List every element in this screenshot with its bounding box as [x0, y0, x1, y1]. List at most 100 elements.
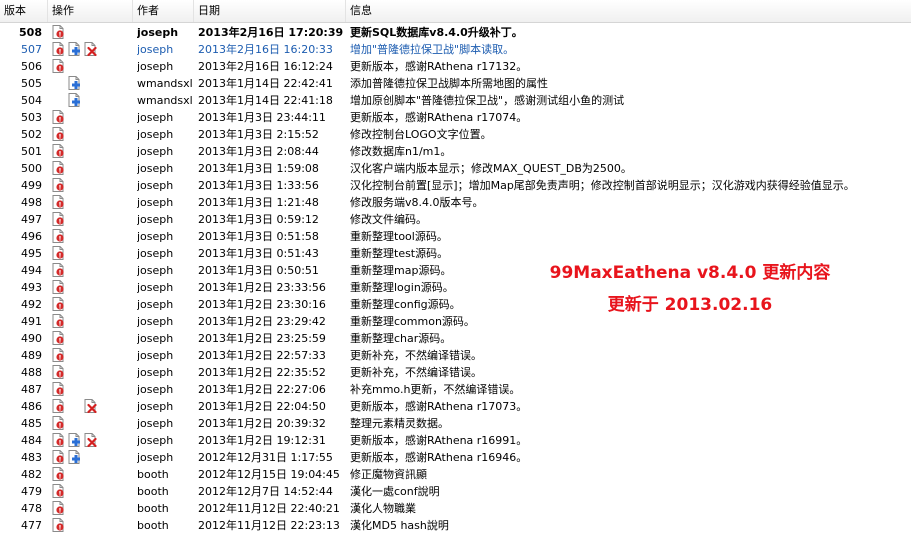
- svg-text:!: !: [59, 489, 62, 497]
- revision-number: 505: [21, 77, 42, 90]
- log-row[interactable]: 478! booth 2012年11月12日 22:40:21 漢化人物職業: [0, 500, 911, 517]
- commit-date: 2013年1月2日 22:27:06: [198, 383, 326, 396]
- file-edit-icon: !: [52, 25, 65, 39]
- author: booth: [137, 502, 169, 515]
- action-icons: !: [52, 314, 132, 329]
- log-row[interactable]: 488! joseph 2013年1月2日 22:35:52 更新补充，不然编译错误。: [0, 364, 911, 381]
- commit-date: 2013年1月3日 0:59:12: [198, 213, 319, 226]
- file-add-icon: [68, 42, 81, 56]
- revision-number: 501: [21, 145, 42, 158]
- log-row[interactable]: 503! joseph 2013年1月3日 23:44:11 更新版本，感谢RAthe…: [0, 109, 911, 126]
- action-icons: !: [52, 518, 132, 533]
- log-row[interactable]: 500! joseph 2013年1月3日 1:59:08 汉化客户端内版本显示；修改…: [0, 160, 911, 177]
- author: joseph: [137, 315, 174, 328]
- log-row[interactable]: 499! joseph 2013年1月3日 1:33:56 汉化控制台前置[显示]；增…: [0, 177, 911, 194]
- svg-text:!: !: [59, 132, 62, 140]
- revision-number: 479: [21, 485, 42, 498]
- author: wmandsxl: [137, 94, 193, 107]
- revision-number: 482: [21, 468, 42, 481]
- commit-message: 漢化MD5 hash說明: [350, 519, 449, 532]
- file-edit-icon: !: [52, 59, 65, 73]
- author: joseph: [137, 60, 174, 73]
- commit-date: 2013年1月2日 22:57:33: [198, 349, 326, 362]
- commit-message: 增加"普隆德拉保卫战"脚本读取。: [350, 43, 515, 56]
- commit-date: 2013年1月2日 22:35:52: [198, 366, 326, 379]
- revision-number: 499: [21, 179, 42, 192]
- action-icons: !: [52, 416, 132, 431]
- action-icons: !: [52, 195, 132, 210]
- svg-text:!: !: [59, 64, 62, 72]
- action-icons: !: [52, 433, 132, 448]
- commit-date: 2012年12月7日 14:52:44: [198, 485, 333, 498]
- commit-date: 2013年1月14日 22:41:18: [198, 94, 333, 107]
- action-icons: !: [52, 246, 132, 261]
- column-header-date[interactable]: 日期: [194, 0, 346, 22]
- log-row[interactable]: 479! booth 2012年12月7日 14:52:44 漢化一處conf說明: [0, 483, 911, 500]
- log-row[interactable]: 487! joseph 2013年1月2日 22:27:06 补充mmo.h更新，不然…: [0, 381, 911, 398]
- commit-message: 更新版本，感谢RAthena r17074。: [350, 111, 528, 124]
- revision-number: 497: [21, 213, 42, 226]
- revision-number: 495: [21, 247, 42, 260]
- action-icons: !: [52, 212, 132, 227]
- file-edit-icon: !: [52, 433, 65, 447]
- log-row[interactable]: 486! joseph 2013年1月2日 22:04:50 更新版本，感谢RAthe…: [0, 398, 911, 415]
- log-row[interactable]: 490! joseph 2013年1月2日 23:25:59 重新整理char源码。: [0, 330, 911, 347]
- commit-message: 修改文件编码。: [350, 213, 427, 226]
- file-delete-icon: [84, 42, 97, 57]
- svg-text:!: !: [59, 251, 62, 259]
- action-icons: !: [52, 59, 132, 74]
- action-icons: !: [52, 331, 132, 346]
- action-icons: !: [52, 42, 132, 57]
- log-row[interactable]: 491! joseph 2013年1月2日 23:29:42 重新整理common源码…: [0, 313, 911, 330]
- author: booth: [137, 468, 169, 481]
- log-row[interactable]: 502! joseph 2013年1月3日 2:15:52 修改控制台LOGO文字位置…: [0, 126, 911, 143]
- commit-message: 修改服务端v8.4.0版本号。: [350, 196, 484, 209]
- author: joseph: [137, 162, 174, 175]
- log-row[interactable]: 507! joseph 2013年2月16日 16:20:33 增加"普隆德拉保卫战"…: [0, 41, 911, 58]
- column-header-actions[interactable]: 操作: [48, 0, 133, 22]
- author: wmandsxl: [137, 77, 193, 90]
- column-header-message[interactable]: 信息: [346, 0, 911, 22]
- action-icons: [52, 93, 132, 108]
- revision-number: 484: [21, 434, 42, 447]
- svg-text:!: !: [59, 234, 62, 242]
- revision-number: 502: [21, 128, 42, 141]
- action-icons: !: [52, 25, 132, 40]
- column-header-author[interactable]: 作者: [133, 0, 194, 22]
- svg-text:!: !: [59, 183, 62, 191]
- log-row[interactable]: 483! joseph 2012年12月31日 1:17:55 更新版本，感谢RAth…: [0, 449, 911, 466]
- file-edit-icon: !: [52, 365, 65, 379]
- log-row[interactable]: 484! joseph 2013年1月2日 19:12:31 更新版本，感谢RAthe…: [0, 432, 911, 449]
- file-edit-icon: !: [52, 331, 65, 345]
- log-row[interactable]: 498! joseph 2013年1月3日 1:21:48 修改服务端v8.4.0版本…: [0, 194, 911, 211]
- log-row[interactable]: 501! joseph 2013年1月3日 2:08:44 修改数据库n1/m1。: [0, 143, 911, 160]
- log-row[interactable]: 477! booth 2012年11月12日 22:23:13 漢化MD5 hash說…: [0, 517, 911, 534]
- column-header-revision[interactable]: 版本: [0, 0, 48, 22]
- commit-date: 2013年1月2日 22:04:50: [198, 400, 326, 413]
- log-row[interactable]: 496! joseph 2013年1月3日 0:51:58 重新整理tool源码。: [0, 228, 911, 245]
- svg-text:!: !: [59, 387, 62, 395]
- log-row[interactable]: 485! joseph 2013年1月2日 20:39:32 整理元素精灵数据。: [0, 415, 911, 432]
- log-row[interactable]: 489! joseph 2013年1月2日 22:57:33 更新补充，不然编译错误。: [0, 347, 911, 364]
- file-edit-icon: !: [52, 314, 65, 328]
- log-row[interactable]: 497! joseph 2013年1月3日 0:59:12 修改文件编码。: [0, 211, 911, 228]
- commit-date: 2013年2月16日 16:12:24: [198, 60, 333, 73]
- file-edit-icon: !: [52, 399, 65, 413]
- log-row[interactable]: 508! joseph 2013年2月16日 17:20:39 更新SQL数据库v8.…: [0, 24, 911, 41]
- log-row[interactable]: 506! joseph 2013年2月16日 16:12:24 更新版本，感谢RAth…: [0, 58, 911, 75]
- log-row[interactable]: 482! booth 2012年12月15日 19:04:45 修正魔物資訊顯: [0, 466, 911, 483]
- author: joseph: [137, 111, 174, 124]
- commit-date: 2012年11月12日 22:40:21: [198, 502, 340, 515]
- svg-text:!: !: [59, 217, 62, 225]
- action-icons: !: [52, 501, 132, 516]
- revision-number: 496: [21, 230, 42, 243]
- commit-message: 整理元素精灵数据。: [350, 417, 449, 430]
- revision-number: 500: [21, 162, 42, 175]
- svg-text:!: !: [59, 336, 62, 344]
- log-row[interactable]: 505 wmandsxl 2013年1月14日 22:42:41 添加普隆德拉保卫战脚…: [0, 75, 911, 92]
- revision-number: 507: [21, 43, 42, 56]
- commit-date: 2013年2月16日 16:20:33: [198, 43, 333, 56]
- action-icons: !: [52, 484, 132, 499]
- log-row[interactable]: 504 wmandsxl 2013年1月14日 22:41:18 增加原创脚本"普隆德…: [0, 92, 911, 109]
- author: booth: [137, 519, 169, 532]
